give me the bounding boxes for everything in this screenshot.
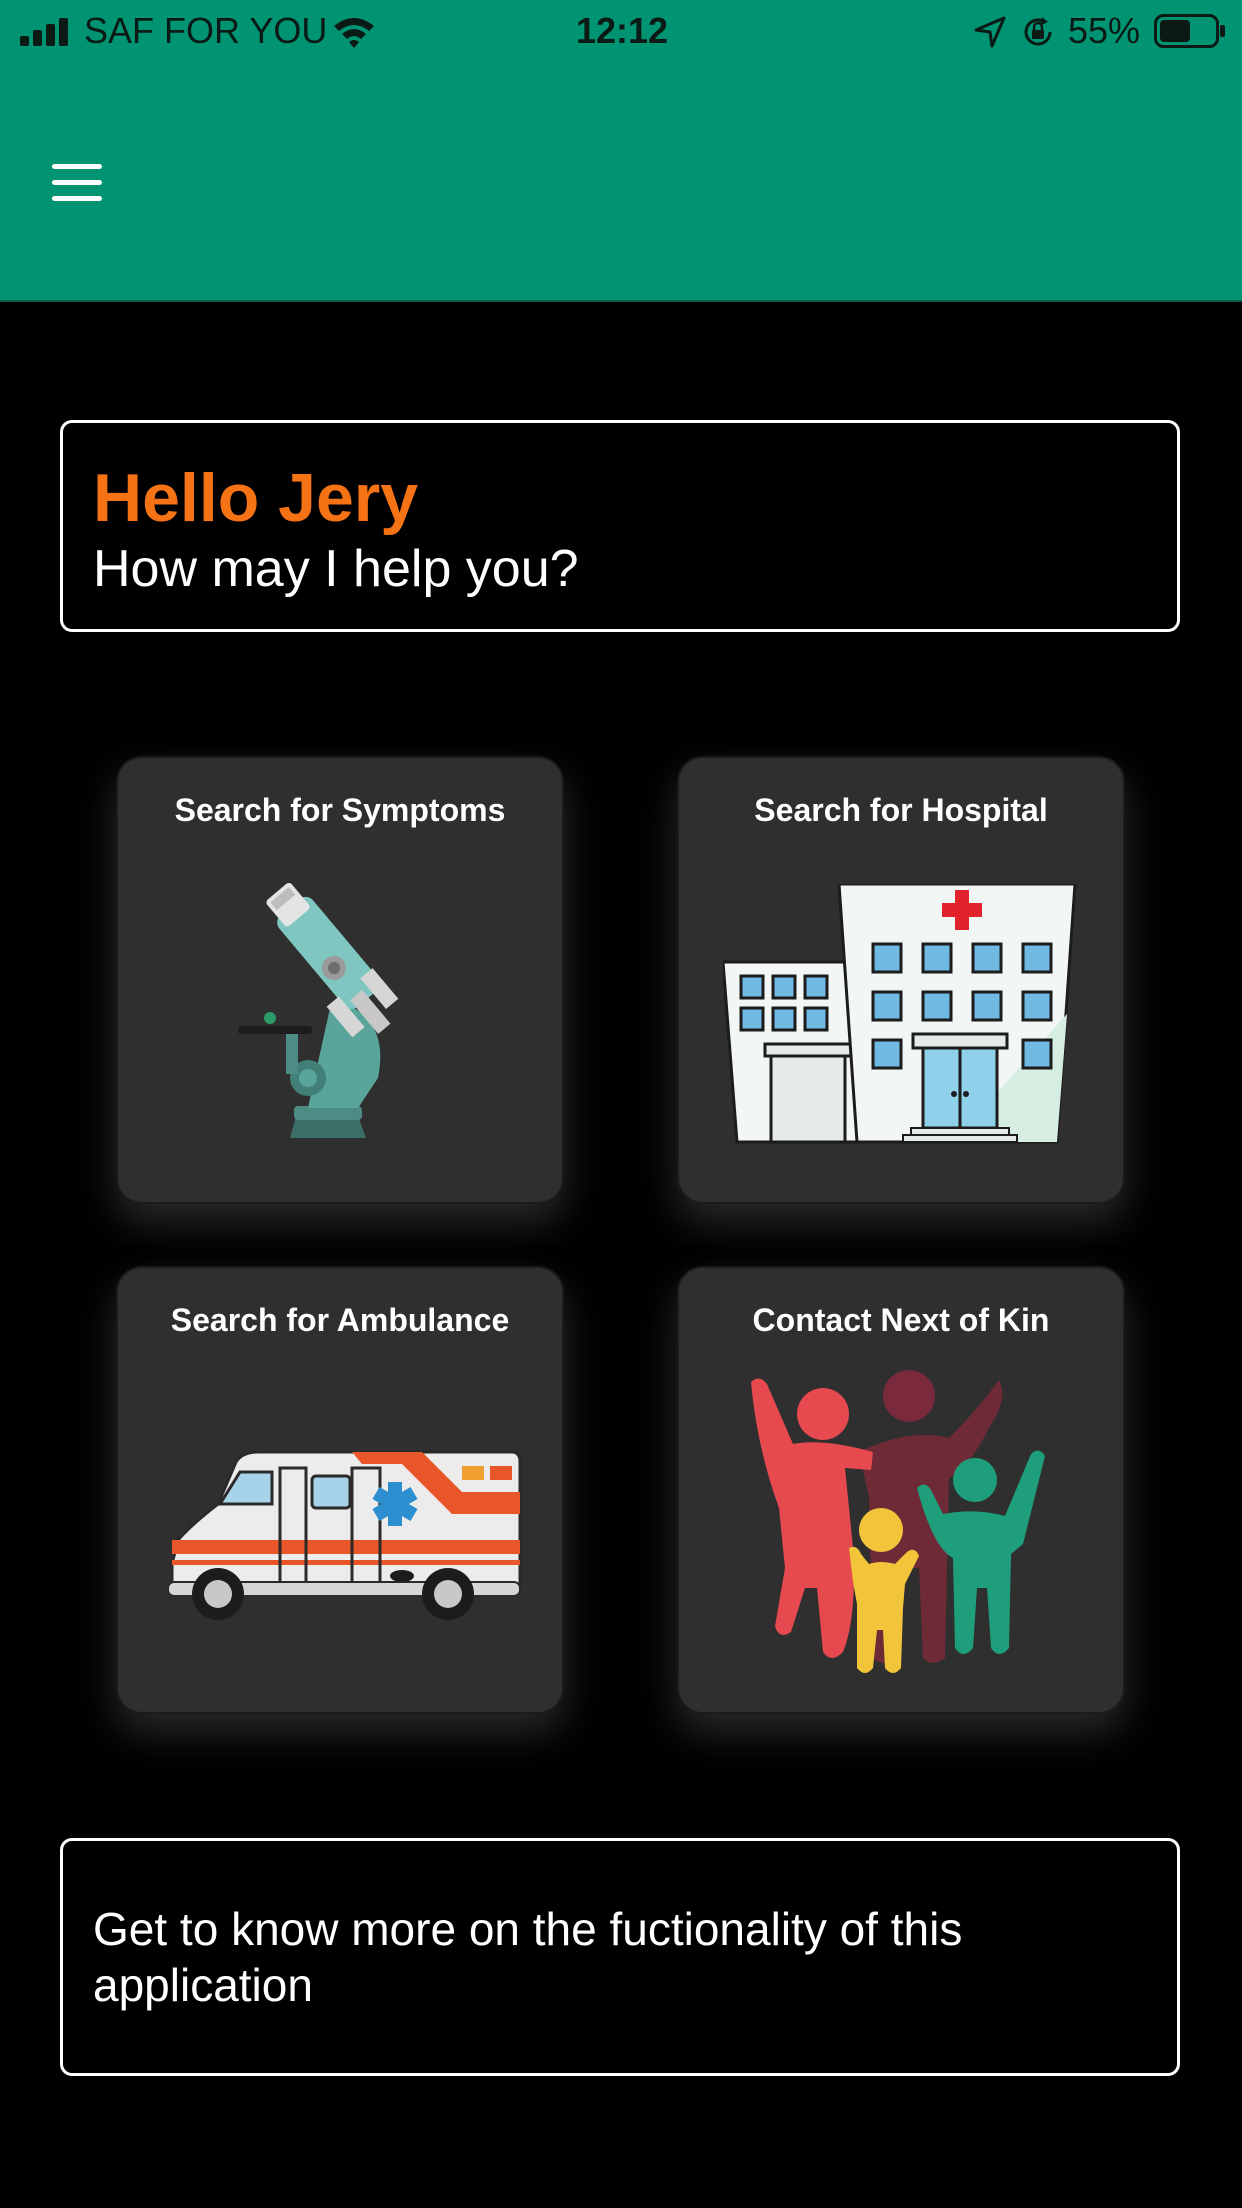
clock: 12:12 bbox=[576, 10, 669, 51]
hospital-icon bbox=[723, 884, 1077, 1144]
card-label: Search for Hospital bbox=[754, 792, 1048, 828]
greeting-box: Hello Jery How may I help you? bbox=[60, 420, 1180, 632]
card-label: Contact Next of Kin bbox=[752, 1302, 1050, 1338]
family-icon bbox=[751, 1370, 1045, 1673]
wifi-icon bbox=[334, 18, 374, 48]
status-bar: SAF FOR YOU 12:12 55% bbox=[0, 0, 1242, 62]
carrier-name: SAF FOR YOU bbox=[84, 10, 328, 51]
card-label: Search for Symptoms bbox=[174, 792, 506, 828]
app-bar bbox=[0, 62, 1242, 302]
search-ambulance-card[interactable]: Search for Ambulance bbox=[116, 1266, 564, 1714]
search-symptoms-card[interactable]: Search for Symptoms bbox=[116, 756, 564, 1204]
location-arrow-icon bbox=[974, 16, 1006, 48]
signal-bars-icon bbox=[20, 18, 68, 46]
battery-icon bbox=[1154, 14, 1225, 48]
search-hospital-card[interactable]: Search for Hospital bbox=[677, 756, 1125, 1204]
greeting-title: Hello Jery bbox=[93, 460, 419, 536]
card-label: Search for Ambulance bbox=[170, 1302, 510, 1338]
hamburger-menu-icon[interactable] bbox=[46, 158, 106, 210]
app-info-link[interactable]: Get to know more on the fuctionality of … bbox=[60, 1838, 1180, 2076]
battery-percent: 55% bbox=[1068, 10, 1141, 51]
greeting-subtitle: How may I help you? bbox=[93, 540, 579, 598]
contact-next-of-kin-card[interactable]: Contact Next of Kin bbox=[677, 1266, 1125, 1714]
rotation-lock-icon bbox=[1024, 17, 1052, 46]
ambulance-icon bbox=[167, 1450, 522, 1620]
microscope-icon bbox=[238, 882, 399, 1138]
info-text: Get to know more on the fuctionality of … bbox=[93, 1903, 963, 2011]
